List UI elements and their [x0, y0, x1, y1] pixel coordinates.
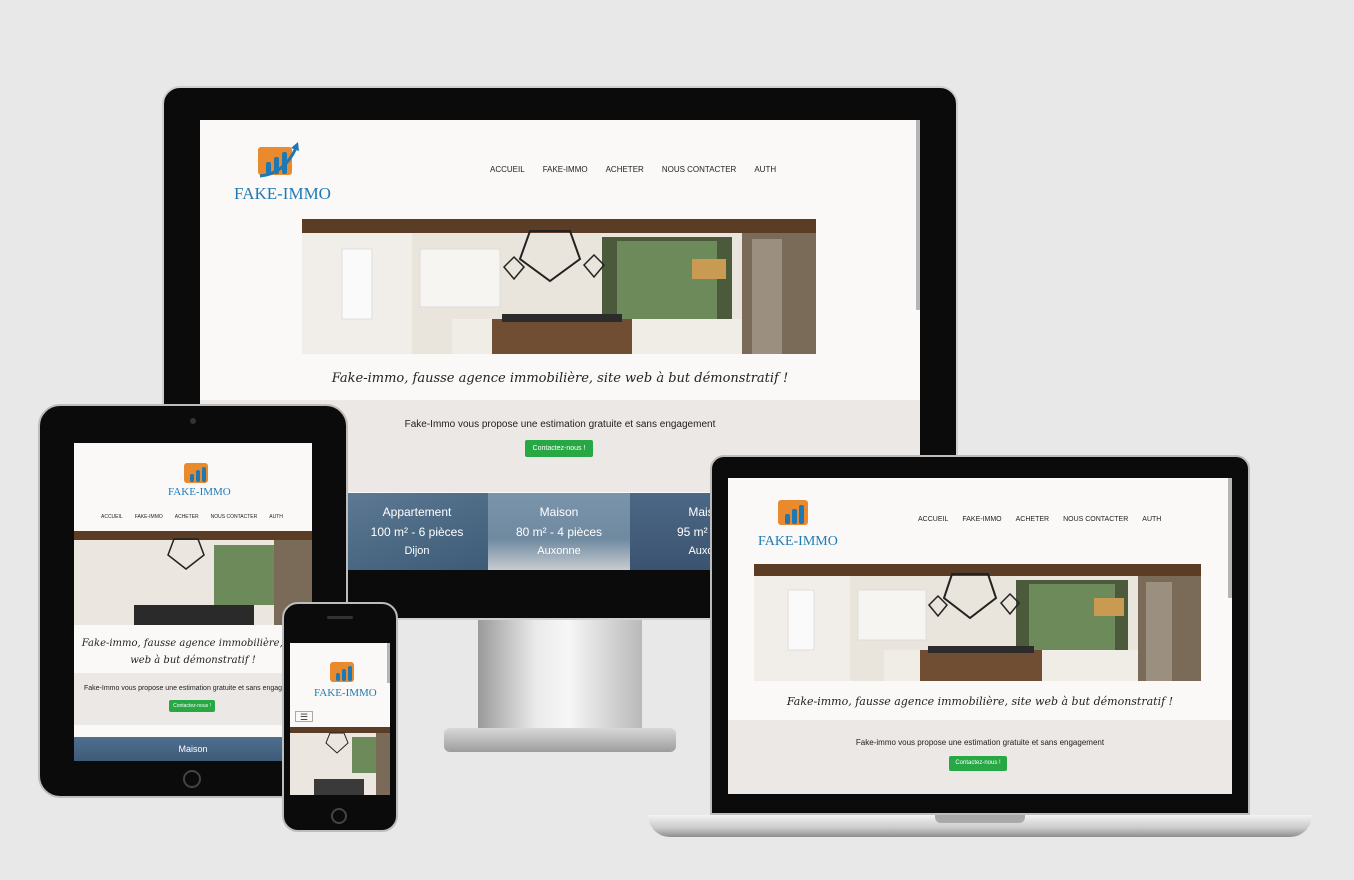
- tablet-nav: ACCUEIL FAKE-IMMO ACHETER NOUS CONTACTER…: [101, 514, 283, 520]
- nav-fake-immo[interactable]: FAKE-IMMO: [962, 516, 1001, 523]
- listing-size: 100 m² - 6 pièces: [370, 525, 464, 539]
- logo-icon[interactable]: [778, 494, 818, 530]
- menu-toggle-button[interactable]: ☰: [295, 711, 313, 722]
- tagline-line-2: web à but démonstratif !: [130, 655, 256, 666]
- monitor-stand-neck: [478, 620, 642, 730]
- kitchen-photo: [754, 564, 1201, 681]
- tablet-home-button[interactable]: [183, 770, 201, 788]
- laptop-nav: ACCUEIL FAKE-IMMO ACHETER NOUS CONTACTER…: [918, 516, 1161, 523]
- estimation-band: Fake-Immo vous propose une estimation gr…: [74, 673, 312, 725]
- nav-accueil[interactable]: ACCUEIL: [490, 165, 525, 174]
- nav-auth[interactable]: AUTH: [754, 165, 776, 174]
- logo-text[interactable]: FAKE-IMMO: [758, 534, 838, 550]
- estimation-text: Fake-immo vous propose une estimation gr…: [855, 738, 1105, 747]
- estimation-band: Fake-immo vous propose une estimation gr…: [728, 720, 1232, 794]
- nav-fake-immo[interactable]: FAKE-IMMO: [543, 165, 588, 174]
- nav-acheter[interactable]: ACHETER: [1016, 516, 1049, 523]
- tablet-camera: [190, 418, 196, 424]
- nav-auth[interactable]: AUTH: [1142, 516, 1161, 523]
- estimation-text: Fake-Immo vous propose une estimation gr…: [84, 685, 302, 692]
- listing-size: 80 m² - 4 pièces: [515, 525, 603, 539]
- kitchen-photo: [74, 531, 312, 625]
- phone-screen: FAKE-IMMO ☰: [290, 643, 390, 795]
- listing-type: Maison: [178, 744, 208, 754]
- kitchen-photo: [290, 727, 390, 795]
- monitor-stand-base: [444, 728, 676, 752]
- logo-text[interactable]: FAKE-IMMO: [314, 687, 377, 699]
- phone-home-button[interactable]: [331, 808, 347, 824]
- nav-acheter[interactable]: ACHETER: [175, 514, 199, 520]
- hero-image: [290, 727, 390, 795]
- scrollbar[interactable]: [1228, 478, 1232, 598]
- listing-card[interactable]: Appartement 100 m² - 6 pièces Dijon: [346, 493, 488, 570]
- logo-icon[interactable]: [184, 458, 216, 486]
- kitchen-photo: [302, 219, 816, 354]
- contact-button[interactable]: Contactez-nous !: [525, 440, 593, 457]
- listing-type: Appartement: [382, 505, 452, 519]
- logo-text[interactable]: FAKE-IMMO: [168, 486, 231, 498]
- scrollbar[interactable]: [387, 643, 390, 683]
- nav-auth[interactable]: AUTH: [269, 514, 283, 520]
- listing-city: Dijon: [404, 545, 430, 557]
- contact-button[interactable]: Contactez-nous !: [949, 756, 1007, 771]
- hero-image: [302, 219, 816, 354]
- tagline: Fake-immo, fausse agence immobilière, si…: [74, 635, 312, 669]
- nav-accueil[interactable]: ACCUEIL: [918, 516, 948, 523]
- tagline-line-1: Fake-immo, fausse agence immobilière, si…: [81, 638, 305, 649]
- listing-card[interactable]: Maison: [74, 737, 312, 761]
- listing-type: Maison: [539, 505, 579, 519]
- scrollbar[interactable]: [916, 120, 920, 310]
- laptop-screen: FAKE-IMMO ACCUEIL FAKE-IMMO ACHETER NOUS…: [728, 478, 1232, 794]
- tablet-screen: FAKE-IMMO ACCUEIL FAKE-IMMO ACHETER NOUS…: [74, 443, 312, 761]
- nav-accueil[interactable]: ACCUEIL: [101, 514, 123, 520]
- desktop-nav: ACCUEIL FAKE-IMMO ACHETER NOUS CONTACTER…: [490, 165, 776, 174]
- tagline: Fake-immo, fausse agence immobilière, si…: [786, 695, 1174, 708]
- logo-icon[interactable]: [330, 657, 360, 685]
- contact-button[interactable]: Contactez-nous !: [169, 700, 215, 712]
- nav-acheter[interactable]: ACHETER: [606, 165, 644, 174]
- tagline: Fake-immo, fausse agence immobilière, si…: [331, 371, 789, 386]
- listing-card[interactable]: Maison 80 m² - 4 pièces Auxonne: [488, 493, 630, 570]
- hero-image: [74, 531, 312, 625]
- laptop-notch: [935, 815, 1025, 823]
- nav-fake-immo[interactable]: FAKE-IMMO: [135, 514, 163, 520]
- hero-image: [754, 564, 1201, 681]
- logo-icon[interactable]: [258, 140, 302, 180]
- nav-nous-contacter[interactable]: NOUS CONTACTER: [211, 514, 258, 520]
- logo-text[interactable]: FAKE-IMMO: [234, 184, 331, 204]
- phone-speaker: [327, 616, 353, 619]
- nav-nous-contacter[interactable]: NOUS CONTACTER: [662, 165, 737, 174]
- nav-nous-contacter[interactable]: NOUS CONTACTER: [1063, 516, 1128, 523]
- listing-city: Auxonne: [537, 545, 581, 557]
- arrow-up-icon: [259, 142, 299, 178]
